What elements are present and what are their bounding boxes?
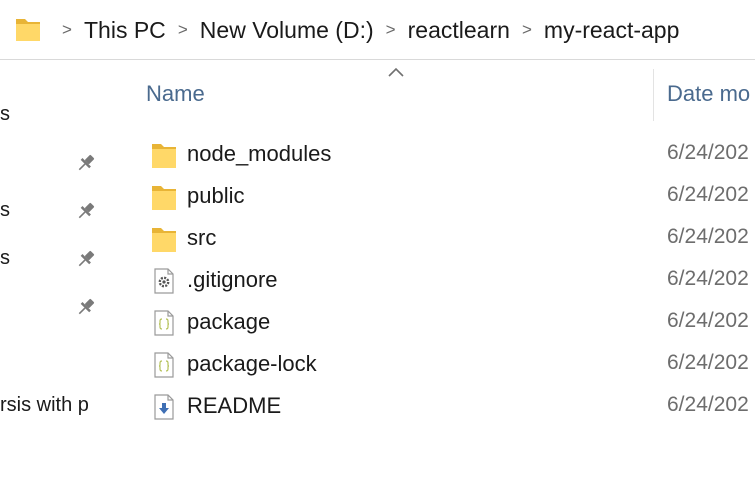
chevron-right-icon[interactable]: > <box>510 0 544 60</box>
file-list: Name Date mo node_modules 6/24/202 publi… <box>108 61 755 502</box>
file-explorer-window: > This PC > New Volume (D:) > reactlearn… <box>0 0 755 502</box>
file-date-modified: 6/24/202 <box>667 393 749 416</box>
markdown-file-icon <box>154 394 174 420</box>
json-file-icon <box>154 310 174 336</box>
column-header-name[interactable]: Name <box>146 81 205 107</box>
file-date-modified: 6/24/202 <box>667 141 749 164</box>
folder-icon <box>16 19 40 41</box>
column-header-date-modified[interactable]: Date mo <box>667 81 750 107</box>
nav-item[interactable] <box>0 143 108 183</box>
breadcrumb-new-volume[interactable]: New Volume (D:) <box>200 0 374 60</box>
breadcrumb-this-pc[interactable]: This PC <box>84 0 166 60</box>
file-date-modified: 6/24/202 <box>667 267 749 290</box>
file-name: README <box>187 393 282 418</box>
file-name: package <box>187 309 271 334</box>
file-row[interactable]: node_modules 6/24/202 <box>108 133 755 175</box>
pin-icon[interactable] <box>74 199 98 223</box>
file-name: src <box>187 225 217 250</box>
pin-icon[interactable] <box>74 295 98 319</box>
file-date-modified: 6/24/202 <box>667 351 749 374</box>
file-date-modified: 6/24/202 <box>667 183 749 206</box>
file-name: public <box>187 183 245 208</box>
chevron-right-icon[interactable]: > <box>50 0 84 60</box>
file-row[interactable]: package 6/24/202 <box>108 301 755 343</box>
breadcrumb: > This PC > New Volume (D:) > reactlearn… <box>50 0 679 60</box>
file-date-modified: 6/24/202 <box>667 309 749 332</box>
pin-icon[interactable] <box>74 151 98 175</box>
json-file-icon <box>154 352 174 378</box>
file-name: .gitignore <box>187 267 278 292</box>
file-date-modified: 6/24/202 <box>667 225 749 248</box>
nav-item-label: rsis with p <box>0 394 89 416</box>
file-row[interactable]: README 6/24/202 <box>108 385 755 427</box>
nav-item[interactable] <box>0 287 108 327</box>
settings-file-icon <box>154 268 174 294</box>
chevron-right-icon[interactable]: > <box>166 0 200 60</box>
file-name: node_modules <box>187 141 332 166</box>
folder-icon <box>152 228 176 252</box>
nav-item[interactable]: s <box>0 191 108 231</box>
breadcrumb-reactlearn[interactable]: reactlearn <box>408 0 510 60</box>
file-row[interactable]: .gitignore 6/24/202 <box>108 259 755 301</box>
navigation-pane: s s s rsis with p <box>0 61 108 502</box>
sort-ascending-icon <box>388 67 404 77</box>
nav-item[interactable]: s <box>0 239 108 279</box>
file-row[interactable]: package-lock 6/24/202 <box>108 343 755 385</box>
breadcrumb-my-react-app[interactable]: my-react-app <box>544 0 679 60</box>
folder-icon <box>152 186 176 210</box>
nav-item[interactable]: rsis with p <box>0 386 108 426</box>
file-row[interactable]: public 6/24/202 <box>108 175 755 217</box>
chevron-right-icon[interactable]: > <box>374 0 408 60</box>
address-bar[interactable]: > This PC > New Volume (D:) > reactlearn… <box>0 0 755 60</box>
file-row[interactable]: src 6/24/202 <box>108 217 755 259</box>
nav-item[interactable]: s <box>0 95 108 135</box>
folder-icon <box>152 144 176 168</box>
column-divider[interactable] <box>653 69 654 121</box>
file-name: package-lock <box>187 351 317 376</box>
pin-icon[interactable] <box>74 247 98 271</box>
nav-item-label: s <box>0 103 10 125</box>
